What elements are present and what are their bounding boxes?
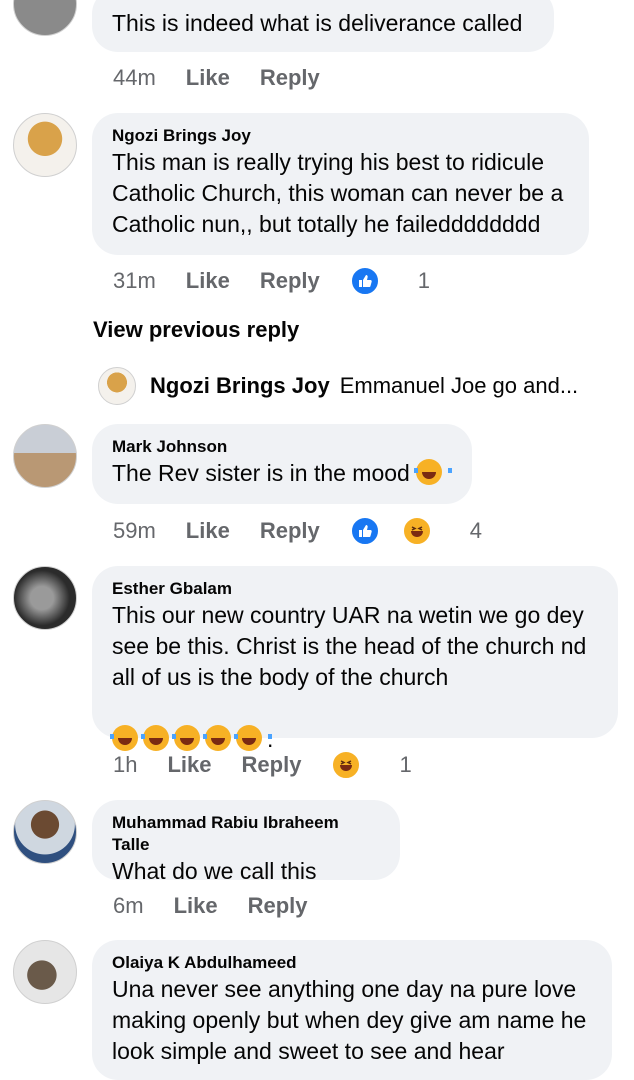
comment-actions: 44m Like Reply <box>113 63 350 93</box>
laughing-tears-emoji-icon <box>203 725 241 751</box>
like-button[interactable]: Like <box>167 752 211 778</box>
comment-text-content: The Rev sister is in the mood <box>112 460 410 486</box>
comment-time: 1h <box>113 752 138 777</box>
reaction-count: 1 <box>399 752 412 777</box>
avatar[interactable] <box>13 800 77 864</box>
comment-time: 31m <box>113 268 156 293</box>
laughing-tears-emoji-icon <box>141 725 179 751</box>
laughing-tears-emoji-icon <box>414 459 453 485</box>
haha-icon <box>331 750 362 780</box>
reaction-summary[interactable]: 1 <box>349 266 460 296</box>
view-previous-reply-link[interactable]: View previous reply <box>93 317 299 343</box>
reply-button[interactable]: Reply <box>260 65 320 91</box>
like-button[interactable]: Like <box>174 893 218 919</box>
like-button[interactable]: Like <box>186 65 230 91</box>
avatar[interactable] <box>13 424 77 488</box>
thumbs-up-icon <box>349 516 380 546</box>
comment-bubble: Mark Johnson The Rev sister is in the mo… <box>92 424 472 504</box>
avatar[interactable] <box>13 940 77 1004</box>
comment-bubble: Olaiya K Abdulhameed Una never see anyth… <box>92 940 612 1080</box>
comment-bubble: Muhammad Rabiu Ibraheem Talle What do we… <box>92 800 400 884</box>
thumbs-up-icon <box>349 266 380 296</box>
avatar[interactable] <box>13 0 77 36</box>
reaction-summary[interactable]: 4 <box>349 516 512 546</box>
like-button[interactable]: Like <box>186 518 230 544</box>
reply-author[interactable]: Ngozi Brings Joy <box>150 373 330 399</box>
comment-author[interactable]: Muhammad Rabiu Ibraheem Talle <box>112 812 380 856</box>
comment-author[interactable]: Ngozi Brings Joy <box>112 125 569 147</box>
comment-text: This is indeed what is deliverance calle… <box>112 10 523 36</box>
reaction-count: 4 <box>469 518 482 543</box>
avatar[interactable] <box>13 566 77 630</box>
avatar <box>98 367 136 405</box>
reply-button[interactable]: Reply <box>242 752 302 778</box>
comment-bubble: This is indeed what is deliverance calle… <box>92 0 554 52</box>
reply-button[interactable]: Reply <box>248 893 308 919</box>
reaction-summary[interactable]: 1 <box>331 750 441 780</box>
comment-text-tail: . <box>267 726 274 752</box>
comment-text: What do we call this <box>112 858 317 884</box>
laughing-tears-emoji-icon <box>234 725 272 751</box>
reply-button[interactable]: Reply <box>260 518 320 544</box>
comment-author[interactable]: Esther Gbalam <box>112 578 598 600</box>
comment-time: 6m <box>113 893 144 918</box>
comment-emoji-line: . <box>110 693 598 755</box>
laughing-tears-emoji-icon <box>172 725 210 751</box>
comment-time: 44m <box>113 65 156 90</box>
avatar[interactable] <box>13 113 77 177</box>
comment-text: This our new country UAR na wetin we go … <box>112 602 587 690</box>
haha-icon <box>401 516 432 546</box>
reply-snippet: Emmanuel Joe go and... <box>339 373 579 398</box>
laughing-tears-emoji-icon <box>110 725 148 751</box>
comment-text: This man is really trying his best to ri… <box>112 149 564 237</box>
comment-text: Una never see anything one day na pure l… <box>112 976 587 1064</box>
comment-time: 59m <box>113 518 156 543</box>
comment-actions: 1h Like Reply 1 <box>113 750 442 780</box>
comment-actions: 59m Like Reply 4 <box>113 516 512 546</box>
comment-bubble: Ngozi Brings Joy This man is really tryi… <box>92 113 589 255</box>
reply-preview[interactable]: Ngozi Brings Joy Emmanuel Joe go and... <box>98 366 618 406</box>
comment-text: The Rev sister is in the mood <box>112 458 453 489</box>
reaction-count: 1 <box>417 268 430 293</box>
comment-author[interactable]: Mark Johnson <box>112 436 452 458</box>
comment-actions: 31m Like Reply 1 <box>113 266 460 296</box>
reply-button[interactable]: Reply <box>260 268 320 294</box>
comment-author[interactable]: Olaiya K Abdulhameed <box>112 952 592 974</box>
like-button[interactable]: Like <box>186 268 230 294</box>
comment-actions: 6m Like Reply <box>113 891 338 921</box>
comment-bubble: Esther Gbalam This our new country UAR n… <box>92 566 618 752</box>
